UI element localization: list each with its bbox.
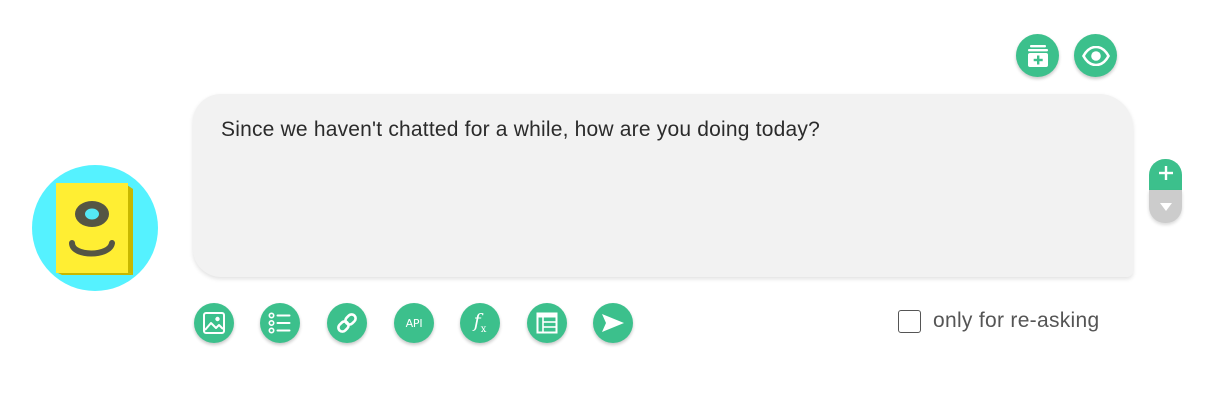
- triangle-down-icon: [1159, 197, 1173, 216]
- reask-option: only for re-asking: [898, 309, 1099, 333]
- preview-button[interactable]: [1074, 34, 1117, 77]
- table-button[interactable]: [527, 303, 567, 343]
- link-button[interactable]: [327, 303, 367, 343]
- plus-icon: [1158, 165, 1174, 185]
- add-card-button[interactable]: [1016, 34, 1059, 77]
- image-icon: [202, 311, 226, 335]
- image-button[interactable]: [194, 303, 234, 343]
- avatar: [32, 165, 158, 291]
- reask-checkbox[interactable]: [898, 309, 921, 333]
- message-bubble[interactable]: Since we haven't chatted for a while, ho…: [193, 94, 1133, 277]
- message-text: Since we haven't chatted for a while, ho…: [221, 118, 820, 141]
- add-card-icon: [1025, 43, 1051, 69]
- robot-face-icon: [56, 183, 133, 275]
- add-message-button[interactable]: [1149, 159, 1182, 190]
- list-button[interactable]: [260, 303, 300, 343]
- function-icon: fx: [473, 309, 487, 335]
- reask-label[interactable]: only for re-asking: [933, 309, 1099, 333]
- send-icon: [601, 313, 625, 333]
- function-button[interactable]: fx: [460, 303, 500, 343]
- api-button[interactable]: API: [394, 303, 434, 343]
- move-stepper: [1149, 159, 1182, 223]
- link-icon: [335, 311, 359, 335]
- list-icon: [268, 312, 292, 334]
- table-icon: [536, 312, 558, 334]
- send-button[interactable]: [593, 303, 633, 343]
- move-down-button[interactable]: [1149, 190, 1182, 223]
- api-icon: API: [405, 316, 423, 330]
- eye-icon: [1081, 45, 1110, 66]
